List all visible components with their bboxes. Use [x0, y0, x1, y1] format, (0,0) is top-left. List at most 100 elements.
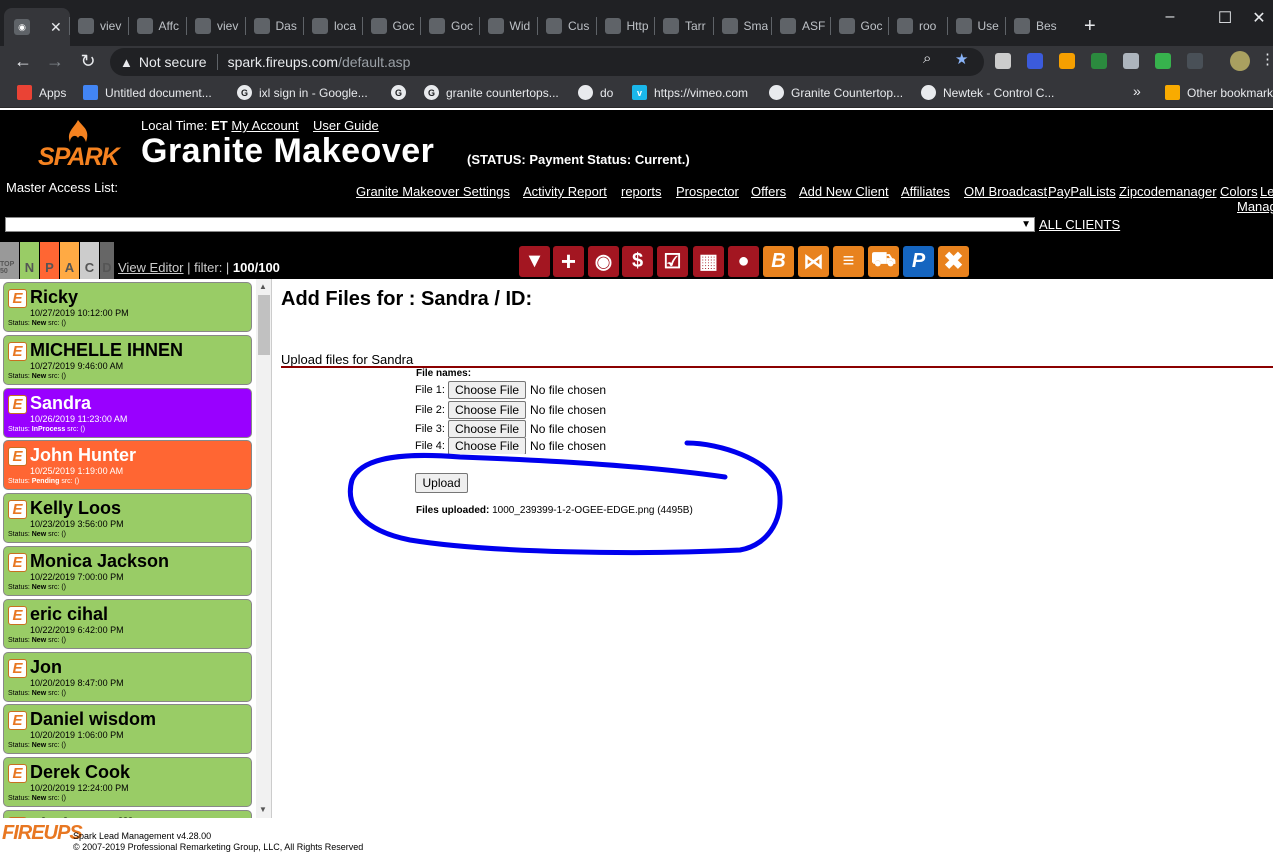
- estimate-icon[interactable]: E: [8, 711, 27, 731]
- back-icon[interactable]: ←: [11, 51, 35, 72]
- browser-tab[interactable]: Affc: [136, 9, 184, 43]
- paypal-icon[interactable]: P: [903, 246, 934, 277]
- bookmark-item[interactable]: Untitled document...: [83, 85, 212, 100]
- lead-item[interactable]: E Derek Cook 10/20/2019 12:24:00 PM Status:…: [3, 757, 252, 808]
- menu-activity-report[interactable]: Activity Report: [523, 184, 607, 199]
- list-icon[interactable]: ≡: [833, 246, 864, 277]
- scrollbar[interactable]: ▲ ▼: [256, 279, 271, 818]
- estimate-icon[interactable]: E: [8, 394, 27, 414]
- browser-tab[interactable]: loca: [312, 9, 359, 43]
- browser-tab[interactable]: roo: [897, 9, 944, 43]
- estimate-icon[interactable]: E: [8, 764, 27, 784]
- lead-item[interactable]: E Ricky 10/27/2019 10:12:00 PM Status: New …: [3, 282, 252, 332]
- bowtie-icon[interactable]: ⋈: [798, 246, 829, 277]
- bookmarks-overflow[interactable]: »: [1133, 83, 1141, 99]
- checklist-icon[interactable]: ☑: [657, 246, 688, 277]
- menu-offers[interactable]: Offers: [751, 184, 786, 199]
- lead-item[interactable]: E Daniel wisdom 10/20/2019 1:06:00 PM Statu…: [3, 704, 252, 755]
- new-tab-button[interactable]: +: [1084, 9, 1104, 43]
- bookmark-apps[interactable]: Apps: [17, 85, 66, 100]
- bookmark-item[interactable]: Newtek - Control C...: [921, 85, 1054, 100]
- extension-icon[interactable]: [1091, 53, 1107, 69]
- lead-item[interactable]: E MICHELLE IHNEN 10/27/2019 9:46:00 AM Stat…: [3, 334, 252, 385]
- all-clients-link[interactable]: ALL CLIENTS: [1039, 217, 1120, 232]
- choose-file-button[interactable]: Choose File: [448, 380, 527, 399]
- lead-item[interactable]: E Sandra 10/26/2019 11:23:00 AM Status: InP…: [3, 387, 252, 438]
- my-account-link[interactable]: My Account: [231, 118, 298, 133]
- extension-icon[interactable]: [1123, 53, 1139, 69]
- estimate-icon[interactable]: E: [8, 605, 27, 625]
- menu-reports[interactable]: reports: [621, 184, 661, 199]
- lead-item[interactable]: E John Hunter 10/25/2019 1:19:00 AM Status:…: [3, 440, 252, 491]
- client-select[interactable]: ▼: [5, 217, 1035, 232]
- estimate-icon[interactable]: E: [8, 658, 27, 678]
- minimize-button[interactable]: –: [1150, 8, 1190, 26]
- user-icon[interactable]: ●: [728, 246, 759, 277]
- browser-tab-active[interactable]: ◉ ✕: [4, 8, 70, 46]
- extension-icon[interactable]: [1059, 53, 1075, 69]
- spark-icon[interactable]: ◉: [588, 246, 619, 277]
- filter-tab-dead[interactable]: D: [100, 242, 114, 279]
- estimate-icon[interactable]: E: [8, 553, 27, 572]
- avatar[interactable]: [1230, 51, 1250, 71]
- browser-tab[interactable]: Cus: [546, 9, 593, 43]
- menu-affiliates[interactable]: Affiliates: [901, 184, 950, 199]
- forward-icon[interactable]: →: [43, 51, 67, 72]
- menu-le[interactable]: Le: [1260, 184, 1273, 199]
- menu-zipcodemanager[interactable]: Zipcodemanager: [1119, 184, 1217, 199]
- filter-tab-top50[interactable]: TOP 50: [0, 242, 19, 279]
- view-editor-link[interactable]: View Editor: [118, 260, 184, 275]
- close-icon[interactable]: ✖: [938, 246, 969, 277]
- extension-icon[interactable]: [995, 53, 1011, 69]
- estimates-icon[interactable]: $: [622, 246, 653, 277]
- browser-tab[interactable]: Sma: [721, 9, 768, 43]
- bookmark-item[interactable]: Gixl sign in - Google...: [237, 85, 368, 100]
- zoom-icon[interactable]: ⌕: [923, 50, 931, 67]
- browser-tab[interactable]: Bes: [1014, 9, 1061, 43]
- menu-lists[interactable]: Lists: [1089, 184, 1116, 199]
- filter-tab-active[interactable]: A: [60, 242, 79, 279]
- estimate-icon[interactable]: E: [8, 341, 27, 361]
- maximize-button[interactable]: ☐: [1205, 8, 1245, 28]
- menu-settings[interactable]: Granite Makeover Settings: [356, 184, 510, 199]
- bookmark-item[interactable]: G: [391, 85, 413, 100]
- scrollbar-thumb[interactable]: [258, 295, 270, 355]
- browser-tab[interactable]: Http: [604, 9, 652, 43]
- b-icon[interactable]: B: [763, 246, 794, 277]
- filter-tab-pending[interactable]: P: [40, 242, 59, 279]
- browser-tab[interactable]: Goc: [838, 9, 886, 43]
- scroll-down-icon[interactable]: ▼: [259, 805, 267, 814]
- menu-om-broadcast[interactable]: OM Broadcast: [964, 184, 1047, 199]
- close-window-button[interactable]: ✕: [1245, 8, 1273, 28]
- lead-item[interactable]: ELindsey MillStatus: src: (): [3, 810, 252, 818]
- lead-item[interactable]: E Monica Jackson 10/22/2019 7:00:00 PM Stat…: [3, 546, 252, 596]
- menu-paypal[interactable]: PayPal: [1048, 184, 1089, 199]
- estimate-icon[interactable]: E: [8, 500, 27, 520]
- browser-tab[interactable]: ASF: [780, 9, 827, 43]
- browser-tab[interactable]: Tarr: [663, 9, 710, 43]
- menu-manage[interactable]: Manag: [1237, 199, 1273, 214]
- bookmark-star-icon[interactable]: ★: [955, 50, 968, 68]
- browser-tab[interactable]: viev: [78, 9, 125, 43]
- close-tab-icon[interactable]: ✕: [50, 19, 62, 36]
- lead-item[interactable]: Eeric cihal 10/22/2019 6:42:00 PM Status: …: [3, 598, 252, 649]
- filter-tab-new[interactable]: N: [20, 242, 39, 279]
- bookmark-item[interactable]: Ggranite countertops...: [424, 85, 559, 100]
- choose-file-button[interactable]: Choose File: [448, 400, 527, 419]
- menu-dots-icon[interactable]: ⋮: [1260, 50, 1273, 68]
- other-bookmarks[interactable]: Other bookmark: [1165, 85, 1273, 100]
- browser-tab[interactable]: Goc: [429, 9, 476, 43]
- filter-tab-closed[interactable]: C: [80, 242, 99, 279]
- address-bar[interactable]: ▲ Not secure spark.fireups.com/default.a…: [110, 48, 984, 76]
- lead-item[interactable]: E Kelly Loos 10/23/2019 3:56:00 PM Status: …: [3, 493, 252, 544]
- calendar-grid-icon[interactable]: ▦: [693, 246, 724, 277]
- lead-item[interactable]: E Jon 10/20/2019 8:47:00 PM Status: New src…: [3, 651, 252, 702]
- forklift-icon[interactable]: ⛟: [868, 246, 899, 277]
- user-guide-link[interactable]: User Guide: [313, 118, 379, 133]
- reload-icon[interactable]: ↻: [76, 51, 100, 72]
- estimate-icon[interactable]: E: [8, 289, 27, 308]
- browser-tab[interactable]: viev: [195, 9, 242, 43]
- bookmark-item[interactable]: do: [578, 85, 613, 100]
- add-icon[interactable]: +: [553, 246, 584, 277]
- estimate-icon[interactable]: E: [8, 447, 27, 467]
